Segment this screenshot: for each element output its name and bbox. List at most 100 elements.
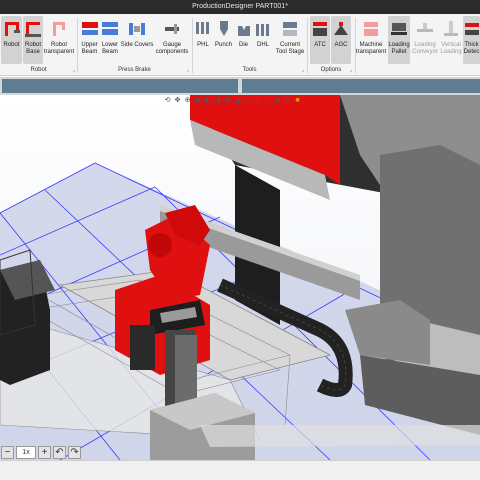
group-robot-expand-icon[interactable]: ⌟: [73, 65, 75, 75]
view-highlight-icon[interactable]: ■: [293, 96, 302, 105]
vertical-loading-label: Vertical Loading: [440, 42, 462, 55]
thickness-detection-button[interactable]: Thick Detec: [463, 16, 480, 64]
robot-label: Robot: [3, 42, 20, 48]
robot-joint: [148, 233, 172, 257]
die-button[interactable]: Die: [235, 16, 252, 64]
upper-beam-icon: [81, 22, 98, 35]
machine-transparent-label: Machine transparent: [355, 42, 387, 55]
robot-base-icon: [25, 22, 41, 37]
loading-conveyor-button[interactable]: Loading Conveyor: [411, 16, 439, 64]
current-tool-stage-label: Current Tool Stage: [275, 42, 305, 55]
vertical-loading-button[interactable]: Vertical Loading: [440, 16, 462, 64]
robot-transparent-button[interactable]: Robot transparent: [44, 16, 74, 64]
dhl-label: DHL: [256, 42, 269, 48]
group-options: Options ⌟: [308, 65, 354, 75]
document-tab-left[interactable]: [2, 79, 238, 93]
playback-controls: − 1x + ↶ ↷: [0, 444, 81, 460]
side-covers-icon: [129, 23, 145, 35]
atc-label: ATC: [314, 42, 326, 48]
upper-beam-button[interactable]: Upper Beam: [79, 16, 100, 64]
status-bar: [0, 460, 480, 480]
view-shade-icon[interactable]: ◉: [273, 96, 282, 105]
upper-beam-label: Upper Beam: [81, 42, 98, 55]
loading-conveyor-label: Loading Conveyor: [412, 42, 438, 55]
group-robot-label: Robot: [30, 67, 47, 73]
side-covers-label: Side Covers: [120, 42, 154, 48]
view-left-icon[interactable]: ◪: [233, 96, 242, 105]
thickness-detection-icon: [464, 23, 479, 35]
agc-button[interactable]: AGC: [331, 16, 351, 64]
view-wire-icon[interactable]: ⊟: [263, 96, 272, 105]
view-right-icon[interactable]: ◫: [243, 96, 252, 105]
atc-icon: [313, 22, 327, 36]
robot-icon: [4, 22, 20, 36]
punch-icon: [219, 21, 228, 36]
redo-icon[interactable]: ↷: [68, 445, 81, 459]
group-tools-label: Tools: [242, 67, 257, 73]
lower-beam-label: Lower Beam: [101, 42, 119, 55]
group-tools: Tools ⌟: [193, 65, 306, 75]
punch-label: Punch: [214, 42, 232, 48]
undo-icon[interactable]: ↶: [53, 445, 66, 459]
group-robot: Robot ⌟: [0, 65, 77, 75]
phl-icon: [196, 22, 209, 34]
center-post: [130, 325, 155, 370]
group-tools-expand-icon[interactable]: ⌟: [302, 65, 304, 75]
robot-base-button[interactable]: Robot Base: [23, 16, 43, 64]
view-front-icon[interactable]: ◧: [203, 96, 212, 105]
ribbon-toolbar: Robot Robot Base Robot transparent Robot…: [0, 14, 480, 76]
vertical-loading-icon: [444, 21, 458, 36]
document-tab-right[interactable]: [242, 79, 480, 93]
agc-icon: [334, 22, 348, 35]
3d-viewport[interactable]: ⟲ ✥ ⊕ ▣ ◧ ◨ ◩ ◪ ◫ ⊞ ⊟ ◉ ⚙ ■: [0, 95, 480, 460]
bottom-rail: [200, 425, 480, 447]
robot-transparent-label: Robot transparent: [43, 42, 75, 55]
loading-pallet-icon: [391, 23, 407, 35]
loading-pallet-label: Loading Pallet: [388, 42, 410, 55]
view-top-icon[interactable]: ◨: [213, 96, 222, 105]
view-pan-icon[interactable]: ✥: [173, 96, 182, 105]
lower-beam-icon: [102, 22, 118, 35]
die-label: Die: [238, 42, 248, 48]
robot-button[interactable]: Robot: [1, 16, 22, 64]
speed-increase-button[interactable]: +: [38, 445, 51, 459]
die-icon: [237, 26, 250, 36]
punch-button[interactable]: Punch: [213, 16, 234, 64]
loading-pallet-button[interactable]: Loading Pallet: [388, 16, 410, 64]
machine-transparent-icon: [364, 22, 378, 36]
group-press-brake-expand-icon[interactable]: ⌟: [187, 65, 189, 75]
gauge-components-icon: [165, 24, 179, 34]
agc-label: AGC: [334, 42, 348, 48]
machine-transparent-button[interactable]: Machine transparent: [356, 16, 386, 64]
view-zoom-icon[interactable]: ⊕: [183, 96, 192, 105]
thickness-detection-label: Thick Detec: [463, 42, 480, 55]
phl-button[interactable]: PHL: [194, 16, 212, 64]
group-options-label: Options: [320, 67, 342, 73]
view-fit-icon[interactable]: ▣: [193, 96, 202, 105]
dhl-button[interactable]: DHL: [253, 16, 273, 64]
viewport-toolbar: ⟲ ✥ ⊕ ▣ ◧ ◨ ◩ ◪ ◫ ⊞ ⊟ ◉ ⚙ ■: [163, 96, 302, 106]
document-tabstrip: [0, 77, 480, 95]
window-title: ProductionDesigner PART001*: [0, 0, 480, 14]
view-iso-icon[interactable]: ◩: [223, 96, 232, 105]
group-options-expand-icon[interactable]: ⌟: [350, 65, 352, 75]
atc-button[interactable]: ATC: [310, 16, 330, 64]
speed-decrease-button[interactable]: −: [1, 445, 14, 459]
gauge-components-button[interactable]: Gauge components: [155, 16, 189, 64]
group-press-brake-label: Press Brake: [118, 67, 151, 73]
robot-transparent-icon: [53, 22, 65, 36]
view-settings-icon[interactable]: ⚙: [283, 96, 292, 105]
side-covers-button[interactable]: Side Covers: [120, 16, 154, 64]
view-rotate-icon[interactable]: ⟲: [163, 96, 172, 105]
lower-beam-button[interactable]: Lower Beam: [101, 16, 119, 64]
view-reset-icon[interactable]: ⊞: [253, 96, 262, 105]
loading-conveyor-icon: [417, 23, 433, 32]
3d-scene: [0, 95, 480, 460]
phl-label: PHL: [197, 42, 209, 48]
tool-stage-icon: [283, 22, 297, 36]
robot-base-label: Robot Base: [24, 42, 41, 55]
dhl-icon: [256, 24, 269, 36]
speed-value: 1x: [16, 445, 36, 459]
current-tool-stage-button[interactable]: Current Tool Stage: [274, 16, 306, 64]
gauge-components-label: Gauge components: [155, 42, 189, 55]
